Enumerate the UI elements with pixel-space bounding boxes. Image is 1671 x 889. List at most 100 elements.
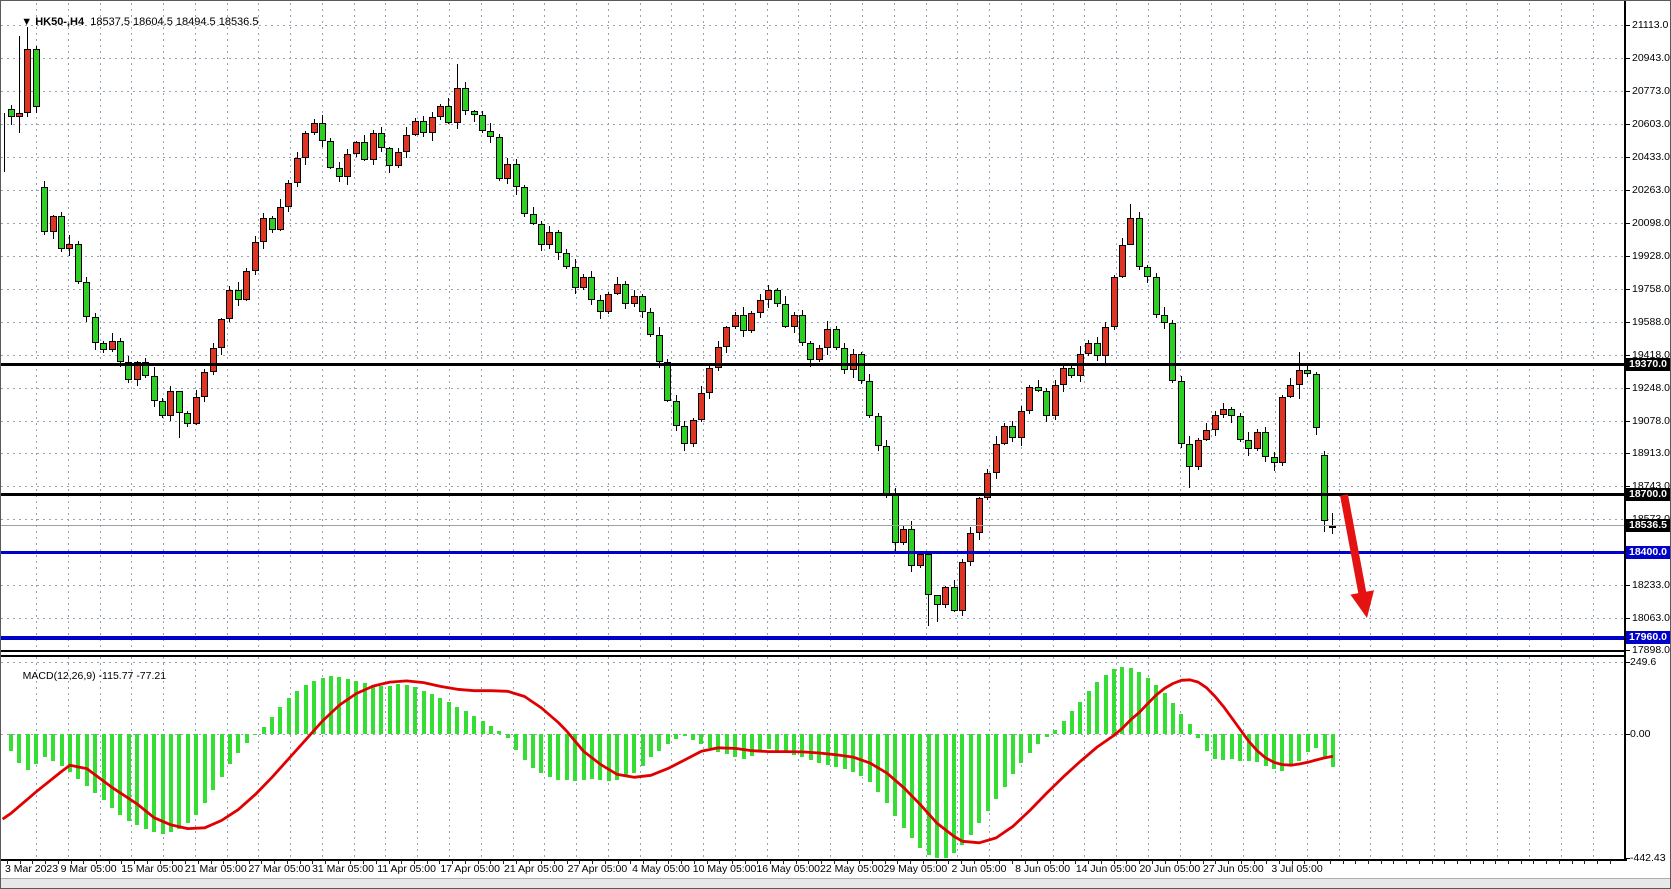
candle [673, 401, 680, 426]
time-axis-label: 4 May 05:00 [632, 863, 690, 875]
candle [1136, 218, 1143, 267]
candle [723, 327, 730, 346]
time-axis-label: 29 May 05:00 [884, 863, 948, 875]
macd-histogram-bar [657, 734, 661, 751]
macd-histogram-bar [817, 734, 821, 763]
time-axis-label: 21 Apr 05:00 [504, 863, 564, 875]
candle [1304, 370, 1311, 374]
time-axis-tick [1546, 860, 1547, 864]
candle [1060, 368, 1067, 385]
macd-histogram-bar [699, 734, 703, 744]
vertical-gridline [258, 657, 259, 858]
symbol-dropdown-icon[interactable]: ▼ [21, 16, 32, 28]
macd-histogram-bar [9, 734, 13, 751]
horizontal-line-object[interactable] [1, 551, 1624, 554]
mt4-chart-window: ▼ HK50-,H4 18537.5 18604.5 18494.5 18536… [0, 0, 1671, 889]
vertical-gridline [671, 657, 672, 858]
price-axis-tick [1624, 388, 1630, 389]
price-axis-tick [1624, 58, 1630, 59]
panel-separator[interactable] [1, 650, 1625, 657]
macd-histogram-bar [767, 734, 771, 749]
candle [1127, 218, 1134, 245]
candle [698, 393, 705, 420]
candle [732, 315, 739, 327]
candle [1035, 387, 1042, 391]
macd-histogram-bar [144, 734, 148, 829]
candle [100, 343, 107, 351]
price-axis-label: 19928.0 [1632, 250, 1670, 262]
macd-histogram-bar [1247, 734, 1251, 761]
candle-wick [937, 603, 938, 622]
macd-histogram-bar [582, 734, 586, 780]
candle [184, 413, 191, 425]
price-axis-tick [1624, 190, 1630, 191]
price-axis-tick [1624, 421, 1630, 422]
time-axis-label: 8 Jun 05:00 [1015, 863, 1070, 875]
bottom-scroll-strip[interactable] [1, 878, 1671, 889]
macd-histogram-bar [977, 734, 981, 823]
macd-histogram-bar [464, 711, 468, 734]
vertical-gridline [798, 657, 799, 858]
macd-histogram-bar [1289, 734, 1293, 766]
price-axis-tick [1624, 25, 1630, 26]
candle [386, 148, 393, 165]
time-axis-tick [1597, 860, 1598, 864]
horizontal-line-object[interactable] [1, 363, 1624, 366]
candle [791, 315, 798, 327]
candle [420, 121, 427, 133]
candle [580, 277, 587, 289]
macd-histogram-bar [371, 685, 375, 734]
vertical-gridline [735, 657, 736, 858]
price-axis-tick [1624, 157, 1630, 158]
macd-histogram-bar [26, 734, 30, 770]
candle [294, 158, 301, 183]
horizontal-line-object[interactable] [1, 493, 1624, 496]
macd-histogram-bar [674, 734, 678, 739]
time-axis-tick [1355, 860, 1356, 864]
horizontal-gridline [1, 388, 1624, 389]
vertical-gridline [1561, 657, 1562, 858]
macd-histogram-bar [1331, 734, 1335, 767]
candle [252, 242, 259, 271]
candle [521, 187, 528, 214]
macd-histogram-bar [1196, 734, 1200, 738]
macd-histogram-bar [161, 734, 165, 834]
macd-histogram-bar [1280, 734, 1284, 771]
vertical-gridline [1084, 657, 1085, 858]
candle [378, 133, 385, 149]
macd-histogram-bar [43, 734, 47, 757]
candle [1271, 457, 1278, 463]
candle [1254, 432, 1261, 449]
price-axis-label: 20433.0 [1632, 151, 1670, 163]
vertical-gridline [1402, 657, 1403, 858]
candle [269, 218, 276, 230]
candle [412, 121, 419, 135]
candle [243, 271, 250, 300]
macd-histogram-bar [539, 734, 543, 773]
candle [487, 131, 494, 137]
candle [1009, 426, 1016, 438]
candle [1068, 368, 1075, 376]
macd-histogram-bar [986, 734, 990, 811]
candle [538, 224, 545, 245]
macd-histogram-bar [902, 734, 906, 828]
macd-histogram-bar [262, 727, 266, 734]
candle [740, 315, 747, 331]
macd-histogram-bar [1095, 682, 1099, 734]
horizontal-line-object[interactable] [1, 525, 1624, 526]
candle [24, 49, 31, 113]
macd-histogram-bar [944, 734, 948, 858]
price-axis-tick [1624, 486, 1630, 487]
price-axis-tick [1624, 650, 1630, 651]
candle-wick [1332, 513, 1333, 534]
macd-histogram-bar [843, 734, 847, 769]
vertical-gridline [1053, 657, 1054, 858]
down-arrow-shaft[interactable] [1344, 495, 1363, 596]
macd-histogram-bar [691, 734, 695, 740]
macd-histogram-bar [363, 683, 367, 734]
candle [370, 133, 377, 160]
horizontal-line-object[interactable] [1, 636, 1624, 640]
vertical-gridline [1243, 657, 1244, 858]
candle [1296, 370, 1303, 386]
candle [833, 329, 840, 348]
